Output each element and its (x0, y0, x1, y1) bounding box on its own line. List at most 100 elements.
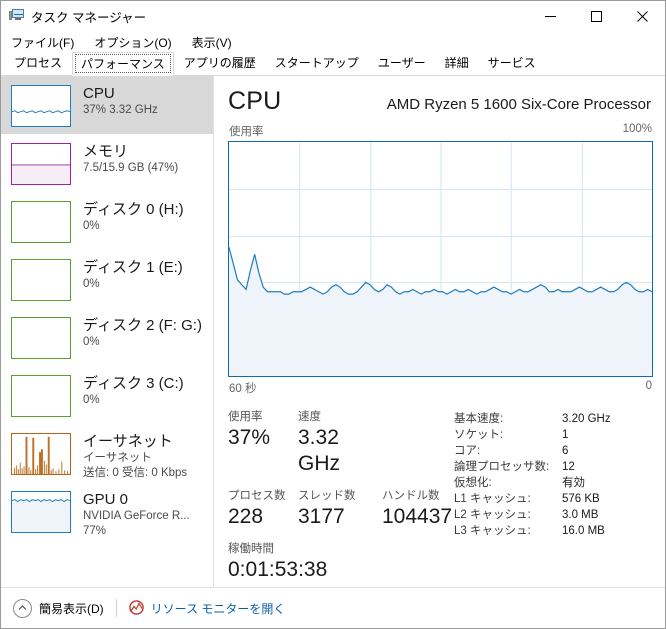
page-title: CPU (228, 87, 282, 115)
stat-label: プロセス数 (228, 490, 286, 502)
status-divider (115, 599, 117, 617)
sidebar-item-sub1: 0% (83, 278, 100, 290)
spec-value: 1 (562, 429, 569, 441)
sidebar-item-ethernet[interactable]: イーサネット イーサネット 送信: 0 受信: 0 Kbps (1, 424, 213, 482)
stat-threads: スレッド数 3177 (298, 489, 382, 530)
tab-users[interactable]: ユーザー (369, 51, 435, 75)
spec-sockets: ソケット: 1 (454, 427, 653, 443)
spec-value: 576 KB (562, 493, 600, 505)
tab-app-history[interactable]: アプリの履歴 (175, 51, 265, 75)
spec-key: L1 キャッシュ: (454, 493, 531, 505)
sidebar-item-sub2: 送信: 0 受信: 0 Kbps (83, 467, 188, 479)
sidebar-item-text: メモリ 7.5/15.9 GB (47%) (83, 142, 178, 176)
sidebar-item-title: ディスク 1 (E:) (83, 259, 183, 276)
disk-1-thumbnail (11, 259, 71, 301)
resource-monitor-label: リソース モニターを開く (150, 601, 286, 616)
menu-bar: ファイル(F) オプション(O) 表示(V) (1, 31, 665, 53)
fewer-details-button[interactable]: 簡易表示(D) (13, 598, 104, 618)
sidebar-item-text: CPU 37% 3.32 GHz (83, 84, 158, 118)
sidebar-item-text: ディスク 3 (C:) 0% (83, 374, 184, 408)
sidebar-item-sub1: 0% (83, 336, 100, 348)
performance-panel: CPU AMD Ryzen 5 1600 Six-Core Processor … (214, 76, 665, 587)
sidebar-item-text: イーサネット イーサネット 送信: 0 受信: 0 Kbps (83, 432, 187, 481)
sidebar-item-title: GPU 0 (83, 491, 129, 508)
ethernet-thumbnail (11, 433, 71, 475)
sidebar-item-memory[interactable]: メモリ 7.5/15.9 GB (47%) (1, 134, 213, 192)
task-manager-window: タスク マネージャー ファイル(F) オプション(O) 表示(V) プロセス パ… (0, 0, 666, 629)
spec-value: 有効 (562, 477, 585, 489)
spec-key: L3 キャッシュ: (454, 525, 531, 537)
sidebar-item-title: イーサネット (83, 433, 173, 450)
spec-key: L2 キャッシュ: (454, 509, 531, 521)
stat-utilization: 使用率 37% (228, 410, 298, 477)
spec-value: 16.0 MB (562, 525, 605, 537)
graph-time-labels: 60 秒 0 (228, 377, 653, 396)
spec-key: ソケット: (454, 429, 504, 441)
spec-l2-cache: L2 キャッシュ: 3.0 MB (454, 507, 653, 523)
sidebar-item-disk-3[interactable]: ディスク 3 (C:) 0% (1, 366, 213, 424)
tab-label: プロセス (14, 56, 63, 70)
sidebar-item-disk-2[interactable]: ディスク 2 (F: G:) 0% (1, 308, 213, 366)
sidebar-item-sub2: 77% (83, 525, 107, 537)
focus-outline (75, 54, 171, 73)
sidebar-item-text: GPU 0 NVIDIA GeForce R... 77% (83, 490, 190, 539)
stat-value: 3.32 GHz (298, 426, 340, 475)
chevron-up-icon (13, 598, 32, 618)
sidebar-item-title: CPU (83, 85, 115, 102)
tab-processes[interactable]: プロセス (5, 51, 71, 75)
spec-logical-processors: 論理プロセッサ数: 12 (454, 459, 653, 475)
spec-value: 3.20 GHz (562, 413, 611, 425)
sidebar-item-cpu[interactable]: CPU 37% 3.32 GHz (1, 76, 213, 134)
title-bar: タスク マネージャー (1, 1, 665, 31)
resource-monitor-icon (128, 600, 145, 616)
spec-value: 12 (562, 461, 575, 473)
sidebar-item-disk-0[interactable]: ディスク 0 (H:) 0% (1, 192, 213, 250)
cpu-chart-svg (229, 142, 652, 376)
spec-base-speed: 基本速度: 3.20 GHz (454, 411, 653, 427)
stat-value: 3177 (298, 505, 345, 528)
stat-value: 104437 (382, 505, 453, 528)
stat-row-uptime: 稼働時間 0:01:53:38 (228, 542, 454, 583)
tab-details[interactable]: 詳細 (436, 51, 478, 75)
minimize-button[interactable] (527, 1, 573, 31)
sidebar-item-sub1: 0% (83, 220, 100, 232)
spec-key: 仮想化: (454, 477, 492, 489)
tab-services[interactable]: サービス (479, 51, 545, 75)
spec-value: 6 (562, 445, 569, 457)
sidebar-item-text: ディスク 0 (H:) 0% (83, 200, 184, 234)
sidebar-item-disk-1[interactable]: ディスク 1 (E:) 0% (1, 250, 213, 308)
close-button[interactable] (619, 1, 665, 31)
spec-l1-cache: L1 キャッシュ: 576 KB (454, 491, 653, 507)
maximize-button[interactable] (573, 1, 619, 31)
menu-file[interactable]: ファイル(F) (9, 32, 83, 53)
stat-value: 37% (228, 426, 271, 449)
tab-label: 詳細 (444, 56, 469, 70)
window-title: タスク マネージャー (31, 10, 147, 25)
spec-cores: コア: 6 (454, 443, 653, 459)
stat-uptime: 稼働時間 0:01:53:38 (228, 542, 327, 583)
menu-options[interactable]: オプション(O) (92, 32, 180, 53)
menu-view[interactable]: 表示(V) (190, 32, 241, 53)
graph-axis-labels: 使用率 100% (228, 123, 653, 141)
stat-label: 使用率 (228, 411, 263, 423)
panel-header: CPU AMD Ryzen 5 1600 Six-Core Processor (228, 76, 653, 116)
tab-label: スタートアップ (274, 56, 359, 70)
stat-value: 228 (228, 505, 264, 528)
open-resource-monitor-link[interactable]: リソース モニターを開く (128, 600, 286, 617)
sidebar-item-gpu-0[interactable]: GPU 0 NVIDIA GeForce R... 77% (1, 482, 213, 540)
tab-startup[interactable]: スタートアップ (266, 51, 368, 75)
tab-label: サービス (487, 56, 536, 70)
graph-max-label: 100% (622, 123, 652, 135)
tab-label: アプリの履歴 (183, 56, 256, 70)
stat-speed: 速度 3.32 GHz (298, 410, 382, 477)
sidebar-item-sub1: 37% 3.32 GHz (83, 104, 158, 116)
sidebar-item-text: ディスク 1 (E:) 0% (83, 258, 183, 292)
resource-list: CPU 37% 3.32 GHz メモリ 7.5/15.9 GB (47%) デ… (1, 76, 214, 587)
spec-key: コア: (454, 445, 481, 457)
cpu-model-name: AMD Ryzen 5 1600 Six-Core Processor (386, 96, 651, 113)
stat-row-counts: プロセス数 228 スレッド数 3177 ハンドル数 104437 (228, 489, 454, 530)
stat-row-primary: 使用率 37% 速度 3.32 GHz (228, 410, 454, 477)
tab-performance[interactable]: パフォーマンス (72, 52, 174, 76)
cpu-thumbnail (11, 85, 71, 127)
spec-key: 基本速度: (454, 413, 504, 425)
